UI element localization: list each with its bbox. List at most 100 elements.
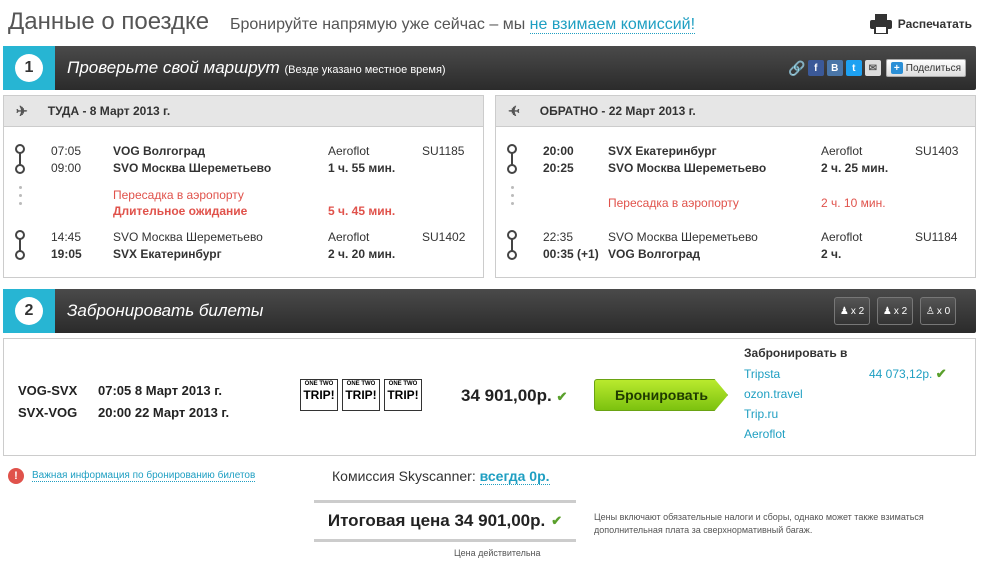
outbound-segment-2: 14:45 SVO Москва Шереметьево Aeroflot SU… [4,224,483,264]
flight-number: SU1185 [422,144,465,158]
step1-title: Проверьте свой маршрут (Везде указано ме… [67,58,446,78]
airline: Aeroflot [821,230,863,244]
layover-warning: Длительное ожидание [113,204,248,218]
child-icon: ♟ [882,305,892,317]
alt-price[interactable]: 44 073,12р. ✔ [869,366,947,382]
logo-top-text: ONE TWO [346,381,376,387]
layover-text: Пересадка в аэропорту [608,196,739,210]
onetwotrip-logo: ONE TWO TRIP! [342,379,380,411]
step2-number: 2 [15,297,43,325]
leg1-date: 07:05 8 Март 2013 г. [98,383,222,398]
providers-list: Забронировать в Tripsta ozon.travel Trip… [744,346,847,444]
alt-price-value: 44 073,12р. [869,367,933,381]
check-icon: ✔ [935,366,947,381]
booking-price: 34 901,00р. ✔ [461,386,567,406]
flight-number: SU1184 [915,230,958,244]
taxes-note: Цены включают обязательные налоги и сбор… [594,512,924,535]
onetwotrip-logo: ONE TWO TRIP! [300,379,338,411]
email-icon[interactable]: ✉ [864,60,881,76]
arr-time: 19:05 [51,247,82,261]
dep-time: 14:45 [51,230,82,244]
logo-word: TRIP! [387,388,419,402]
leg2-date: 20:00 22 Март 2013 г. [98,405,230,420]
step1-note: (Везде указано местное время) [284,64,446,76]
outbound-heading: ТУДА - 8 Март 2013 г. [47,104,171,118]
step2-bar: 2 Забронировать билеты [3,289,976,333]
provider-link-tripru[interactable]: Trip.ru [744,404,847,424]
total-text: Итоговая цена 34 901,00р. [327,511,546,530]
arr-airport: VOG Волгоград [608,247,701,261]
pax-adults[interactable]: ♟ x 2 [834,297,870,325]
print-label: Распечатать [897,17,972,31]
vk-icon[interactable]: B [826,60,843,76]
booking-info-link[interactable]: Важная информация по бронированию билето… [32,470,256,482]
share-label: Поделиться [905,62,961,74]
commission: Комиссия Skyscanner: всегда 0р. [332,468,550,485]
layover-text: Пересадка в аэропорту [113,188,244,202]
onetwotrip-logo: ONE TWO TRIP! [384,379,422,411]
link-icon[interactable]: 🔗 [788,60,805,76]
flight-number: SU1403 [915,144,959,158]
inbound-header: ✈ ОБРАТНО - 22 Март 2013 г. [496,96,975,127]
dep-airport: SVO Москва Шереметьево [113,230,263,244]
arr-airport: SVX Екатеринбург [113,247,222,261]
facebook-icon[interactable]: f [807,60,824,76]
duration: 2 ч. 25 мин. [821,161,889,175]
check-icon: ✔ [551,513,563,528]
step1-badge: 1 [3,46,55,90]
plane-depart-icon: ✈ [16,102,28,119]
duration: 2 ч. 20 мин. [328,247,396,261]
pax-infants[interactable]: ♙ x 0 [920,297,956,325]
provider-link-tripsta[interactable]: Tripsta [744,364,847,384]
arr-time: 00:35 (+1) [543,247,599,261]
layover-dots [19,186,22,210]
price-valid-note: Цена действительна [454,548,541,558]
printer-icon [869,14,892,34]
pax-children[interactable]: ♟ x 2 [877,297,913,325]
providers-title: Забронировать в [744,346,848,360]
check-icon: ✔ [556,389,568,404]
logo-word: TRIP! [345,388,377,402]
duration: 2 ч. [821,247,842,261]
dep-time: 22:35 [543,230,574,244]
plus-icon: + [890,62,903,74]
commission-value[interactable]: всегда 0р. [479,468,550,485]
airline: Aeroflot [328,144,370,158]
inbound-segment-1: 20:00 SVX Екатеринбург Aeroflot SU1403 2… [496,138,975,178]
dep-time: 07:05 [51,144,82,158]
step1-number: 1 [15,54,43,82]
step1-title-text: Проверьте свой маршрут [67,58,280,77]
dep-airport: SVX Екатеринбург [608,144,717,158]
step1-bar: 1 Проверьте свой маршрут (Везде указано … [3,46,976,90]
inbound-segment-2: 22:35 SVO Москва Шереметьево Aeroflot SU… [496,224,975,264]
booking-info: ! Важная информация по бронированию биле… [8,468,256,484]
logo-top-text: ONE TWO [388,381,418,387]
outbound-header: ✈ ТУДА - 8 Март 2013 г. [4,96,483,127]
provider-link-aeroflot[interactable]: Aeroflot [744,424,847,444]
share-button[interactable]: + Поделиться [885,59,966,77]
arr-airport: SVO Москва Шереметьево [113,161,272,175]
dep-time: 20:00 [543,144,574,158]
route-pin-icon [506,144,518,174]
provider-link-ozon[interactable]: ozon.travel [744,384,847,404]
logo-top-text: ONE TWO [304,381,334,387]
share-toolbar: 🔗 f B t ✉ + Поделиться [788,59,966,77]
no-commission-link[interactable]: не взимаем комиссий! [529,16,696,34]
dep-airport: VOG Волгоград [113,144,206,158]
print-button[interactable]: Распечатать [869,14,972,34]
logo-word: TRIP! [303,388,335,402]
route-pin-icon [14,144,26,174]
leg1-route: VOG-SVX [18,383,78,398]
book-button[interactable]: Бронировать [594,379,728,411]
twitter-icon[interactable]: t [845,60,862,76]
airline: Aeroflot [821,144,863,158]
duration: 1 ч. 55 мин. [328,161,396,175]
plane-return-icon: ✈ [508,102,520,119]
leg2-route: SVX-VOG [18,405,78,420]
price-value: 34 901,00р. [461,386,552,405]
flight-number: SU1402 [422,230,466,244]
outbound-segment-1: 07:05 VOG Волгоград Aeroflot SU1185 09:0… [4,138,483,178]
alert-icon: ! [8,468,24,484]
layover-dots [511,186,514,210]
arr-time: 20:25 [543,161,574,175]
